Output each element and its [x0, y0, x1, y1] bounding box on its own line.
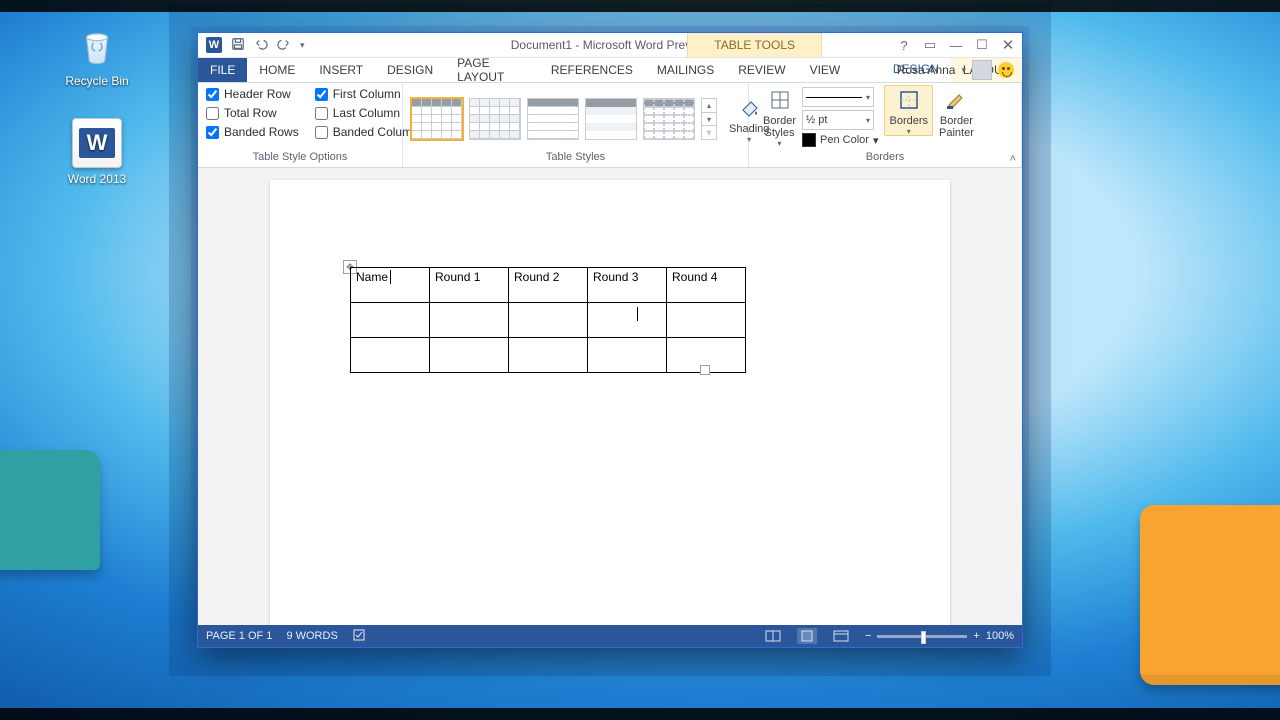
word-icon: W [206, 37, 222, 53]
account-area[interactable]: Rosa Anna ▾ [897, 58, 1014, 82]
maximize-button[interactable]: ☐ [974, 37, 990, 53]
tab-design[interactable]: DESIGN [375, 58, 445, 82]
table-cell: Name [351, 268, 430, 303]
group-table-styles: ▴▾▿ Shading ▾ Table Styles [403, 83, 749, 167]
chevron-down-icon: ▾ [907, 129, 911, 135]
quick-access-toolbar: W ▾ [198, 37, 313, 54]
zoom-out[interactable]: − [865, 630, 871, 642]
tab-review[interactable]: REVIEW [726, 58, 797, 82]
avatar [972, 60, 992, 80]
pen-color-button[interactable]: Pen Color▾ [802, 133, 878, 147]
help-button[interactable]: ? [896, 37, 912, 53]
table-row [351, 338, 746, 373]
tab-home[interactable]: HOME [247, 58, 307, 82]
chevron-down-icon: ▾ [873, 134, 879, 147]
chevron-down-icon: ▾ [778, 141, 782, 147]
border-painter-icon [942, 87, 970, 113]
table-row: Name Round 1 Round 2 Round 3 Round 4 [351, 268, 746, 303]
view-print-layout[interactable] [797, 628, 817, 644]
collapse-ribbon-button[interactable]: ˄ [1010, 153, 1016, 165]
desktop-icon-recycle-bin[interactable]: Recycle Bin [52, 22, 142, 88]
table-cell[interactable]: Round 1 [430, 268, 509, 303]
view-read-mode[interactable] [763, 628, 783, 644]
document-area[interactable]: ✥ Name Round 1 Round 2 Round 3 Round 4 [198, 168, 1022, 625]
word-window: W ▾ Document1 - Microsoft Word Preview T… [197, 32, 1023, 648]
tab-references[interactable]: REFERENCES [539, 58, 645, 82]
text-cursor [390, 270, 391, 284]
zoom-value[interactable]: 100% [986, 630, 1014, 642]
tab-mailings[interactable]: MAILINGS [645, 58, 726, 82]
ribbon-display-options[interactable]: ▭ [922, 37, 938, 53]
group-title: Table Style Options [206, 151, 394, 167]
table-cell[interactable]: Round 2 [509, 268, 588, 303]
opt-total-row[interactable]: Total Row [206, 106, 299, 120]
border-styles-icon [766, 87, 794, 113]
account-name: Rosa Anna [897, 63, 956, 77]
tab-insert[interactable]: INSERT [307, 58, 375, 82]
status-page[interactable]: PAGE 1 OF 1 [206, 630, 272, 642]
word-app-icon: W [72, 118, 122, 168]
table-row [351, 303, 746, 338]
status-words[interactable]: 9 WORDS [286, 630, 337, 642]
desktop-icon-label: Recycle Bin [52, 74, 142, 88]
gallery-spinner[interactable]: ▴▾▿ [701, 98, 717, 140]
opt-header-row[interactable]: Header Row [206, 87, 299, 101]
table-resize-handle[interactable] [700, 365, 710, 375]
line-weight-combo[interactable]: ½ pt▾ [802, 110, 874, 130]
contextual-tab-label: TABLE TOOLS [687, 33, 822, 57]
zoom-slider[interactable] [877, 635, 967, 638]
chevron-down-icon: ▾ [961, 65, 966, 76]
close-button[interactable]: ✕ [1000, 37, 1016, 53]
insertion-caret [637, 307, 638, 321]
table-cell[interactable]: Round 3 [588, 268, 667, 303]
tab-page-layout[interactable]: PAGE LAYOUT [445, 58, 539, 82]
status-proofing-icon[interactable] [352, 628, 366, 645]
ribbon-tabs: FILE HOME INSERT DESIGN PAGE LAYOUT REFE… [198, 58, 1022, 83]
desktop-deco-orange [1140, 505, 1280, 685]
style-thumb-3[interactable] [527, 98, 579, 140]
border-styles-button[interactable]: Border Styles ▾ [757, 85, 802, 147]
qat-customize[interactable]: ▾ [300, 40, 305, 51]
zoom-control[interactable]: − + 100% [865, 630, 1014, 642]
zoom-in[interactable]: + [973, 630, 979, 642]
titlebar: W ▾ Document1 - Microsoft Word Preview T… [198, 33, 1022, 58]
feedback-smiley-icon[interactable] [998, 62, 1014, 78]
table-styles-gallery[interactable]: ▴▾▿ [411, 96, 717, 140]
status-bar: PAGE 1 OF 1 9 WORDS − + 100% [198, 625, 1022, 647]
opt-banded-rows[interactable]: Banded Rows [206, 125, 299, 139]
desktop-icon-label: Word 2013 [52, 172, 142, 186]
tab-file[interactable]: FILE [198, 58, 247, 82]
style-thumb-5[interactable] [643, 98, 695, 140]
ribbon: Header Row Total Row Banded Rows First C… [198, 83, 1022, 168]
document-table[interactable]: Name Round 1 Round 2 Round 3 Round 4 [350, 267, 746, 373]
recycle-bin-icon [73, 22, 121, 70]
style-thumb-4[interactable] [585, 98, 637, 140]
qat-save[interactable] [231, 37, 245, 54]
group-title: Table Styles [411, 151, 740, 167]
border-painter-button[interactable]: Border Painter [933, 85, 980, 139]
qat-undo[interactable] [254, 37, 268, 54]
group-borders: Border Styles ▾ ▾ ½ pt▾ Pen Color▾ Borde… [749, 83, 1022, 167]
line-style-combo[interactable]: ▾ [802, 87, 874, 107]
desktop-deco-teal [0, 450, 100, 570]
style-thumb-2[interactable] [469, 98, 521, 140]
borders-button[interactable]: Borders ▾ [884, 85, 933, 136]
group-title: Borders [757, 151, 1013, 167]
qat-redo[interactable] [277, 37, 291, 54]
desktop-background: Recycle Bin W Word 2013 W ▾ Document1 - … [0, 0, 1280, 720]
group-table-style-options: Header Row Total Row Banded Rows First C… [198, 83, 403, 167]
table-cell[interactable]: Round 4 [667, 268, 746, 303]
document-page[interactable]: ✥ Name Round 1 Round 2 Round 3 Round 4 [270, 180, 950, 625]
minimize-button[interactable]: — [948, 37, 964, 53]
desktop-icon-word2013[interactable]: W Word 2013 [52, 118, 142, 186]
tab-view[interactable]: VIEW [798, 58, 853, 82]
pen-color-swatch [802, 133, 816, 147]
style-thumb-1[interactable] [411, 98, 463, 140]
view-web-layout[interactable] [831, 628, 851, 644]
borders-icon [895, 87, 923, 113]
